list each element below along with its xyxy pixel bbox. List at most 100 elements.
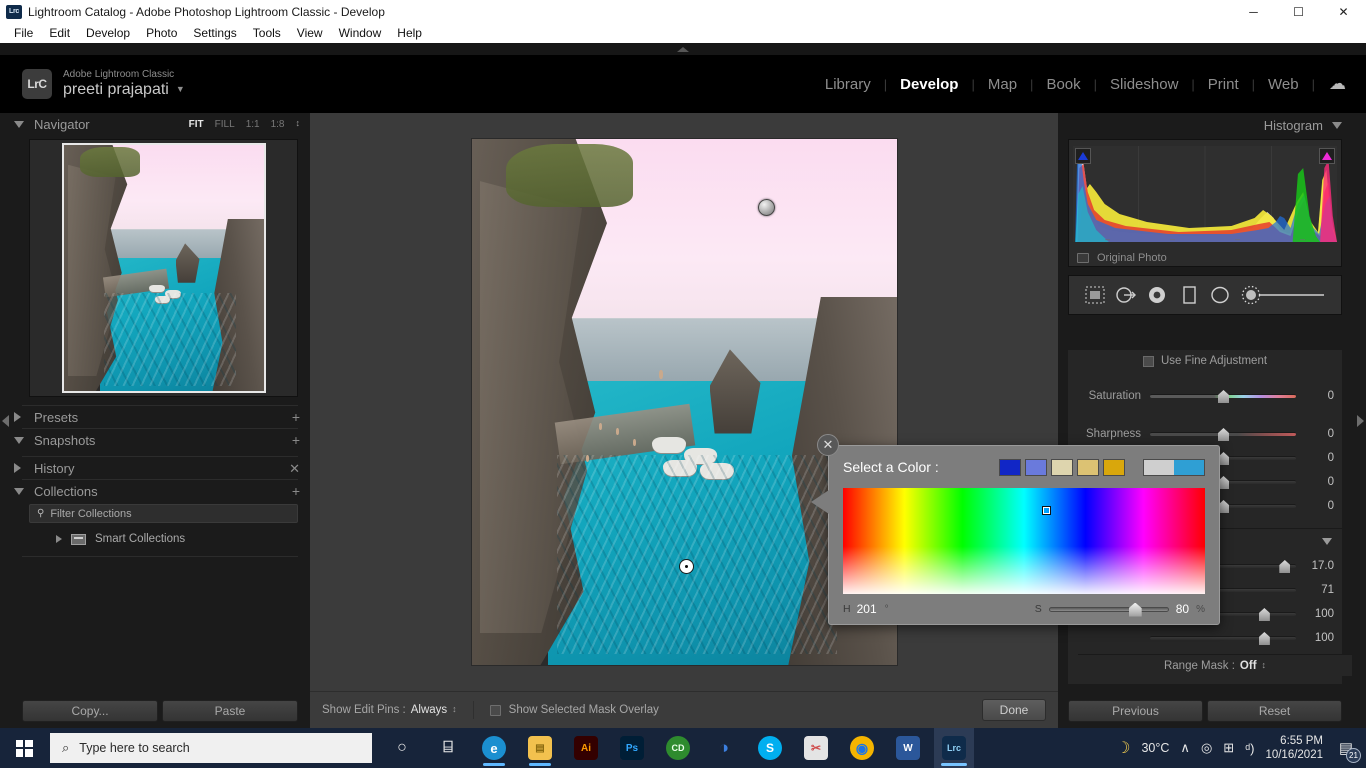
slider-value[interactable]: 0	[1296, 452, 1334, 464]
color-swatch-5[interactable]	[1103, 459, 1125, 476]
color-picker-popup[interactable]: ✕ Select a Color : H 201 ° S	[828, 445, 1220, 625]
volume-icon[interactable]: ᵈ)	[1245, 741, 1254, 756]
slider-sharpness[interactable]: Sharpness 0	[1068, 422, 1342, 446]
graduated-filter-tool-icon[interactable]	[1115, 285, 1137, 305]
color-swatch-2[interactable]	[1025, 459, 1047, 476]
top-panel-collapse-toggle[interactable]	[0, 43, 1366, 55]
saturation-value[interactable]: 80	[1176, 602, 1189, 616]
close-icon[interactable]: ✕	[817, 434, 839, 456]
range-mask-row[interactable]: Range Mask : Off ↕	[1078, 654, 1352, 676]
chevron-down-icon[interactable]	[14, 437, 24, 444]
chevron-down-icon[interactable]	[14, 488, 24, 495]
snipping-tool-icon[interactable]: ✂	[796, 728, 836, 768]
slider-track[interactable]	[1150, 394, 1296, 398]
google-chrome-icon[interactable]: ◉	[842, 728, 882, 768]
panel-collections[interactable]: Collections +	[0, 480, 310, 502]
highlight-clipping-indicator[interactable]	[1319, 148, 1335, 164]
module-book[interactable]: Book	[1033, 76, 1093, 93]
brush-density-slider[interactable]: 100	[1068, 626, 1342, 650]
clear-history-icon[interactable]: ✕	[289, 462, 300, 475]
minimize-button[interactable]: ─	[1231, 0, 1276, 23]
slider-saturation[interactable]: Saturation 0	[1068, 384, 1342, 408]
chevron-down-icon[interactable]	[14, 121, 24, 128]
radial-filter-tool-icon[interactable]	[1146, 285, 1168, 305]
slider-knob[interactable]	[1259, 608, 1270, 621]
range-mask-stepper[interactable]: ↕	[1262, 662, 1267, 670]
cortana-icon[interactable]: ○	[382, 728, 422, 768]
color-gradient-field[interactable]	[843, 488, 1205, 594]
slider-knob[interactable]	[1259, 632, 1270, 645]
menu-help[interactable]: Help	[389, 24, 430, 42]
brush-feather-value[interactable]: 71	[1296, 584, 1334, 596]
cd-app-icon[interactable]: CD	[658, 728, 698, 768]
chevron-down-icon[interactable]	[1332, 122, 1342, 129]
adobe-illustrator-icon[interactable]: Ai	[566, 728, 606, 768]
menu-settings[interactable]: Settings	[185, 24, 244, 42]
panel-presets[interactable]: Presets +	[0, 406, 310, 428]
menu-develop[interactable]: Develop	[78, 24, 138, 42]
chevron-down-icon[interactable]: ▼	[176, 84, 185, 94]
navigator-header[interactable]: Navigator FIT FILL 1:1 1:8 ↕	[0, 113, 310, 135]
color-cursor[interactable]	[1042, 506, 1051, 515]
adobe-photoshop-icon[interactable]: Ps	[612, 728, 652, 768]
show-edit-pins-value[interactable]: Always	[411, 704, 447, 716]
brush-size-value[interactable]: 17.0	[1296, 560, 1334, 572]
microsoft-edge-icon[interactable]: e	[474, 728, 514, 768]
zoom-1-1[interactable]: 1:1	[246, 119, 260, 130]
color-swatch-3[interactable]	[1051, 459, 1073, 476]
slider-value[interactable]: 0	[1296, 500, 1334, 512]
color-swatch-4[interactable]	[1077, 459, 1099, 476]
brush-flow-value[interactable]: 100	[1296, 608, 1334, 620]
notification-center-button[interactable]: ▤ 21	[1334, 736, 1358, 760]
module-slideshow[interactable]: Slideshow	[1097, 76, 1191, 93]
module-develop[interactable]: Develop	[887, 76, 971, 93]
navigator-preview[interactable]	[29, 139, 298, 397]
masking-tool-icon[interactable]	[1084, 285, 1106, 305]
network-icon[interactable]: ⊞	[1223, 740, 1234, 756]
identity-plate[interactable]: LrC Adobe Lightroom Classic preeti praja…	[22, 69, 185, 99]
chevron-right-icon[interactable]	[14, 463, 21, 473]
ellipse-tool-icon[interactable]	[1209, 285, 1231, 305]
collection-item-smart-collections[interactable]: Smart Collections	[29, 528, 298, 550]
taskbar-search-input[interactable]: ⌕ Type here to search	[50, 733, 372, 763]
menu-file[interactable]: File	[6, 24, 41, 42]
add-snapshot-icon[interactable]: +	[292, 433, 300, 447]
module-map[interactable]: Map	[975, 76, 1030, 93]
slider-track[interactable]	[1150, 636, 1296, 640]
done-button[interactable]: Done	[982, 699, 1046, 721]
range-mask-value[interactable]: Off	[1240, 660, 1257, 672]
zoom-fit[interactable]: FIT	[189, 119, 204, 130]
copy-button[interactable]: Copy...	[22, 700, 158, 722]
weather-moon-icon[interactable]: ☽	[1116, 738, 1130, 758]
start-button[interactable]	[0, 728, 48, 768]
previous-button[interactable]: Previous	[1068, 700, 1203, 722]
maximize-button[interactable]: ☐	[1276, 0, 1321, 23]
left-panel-collapse-toggle[interactable]	[0, 406, 11, 436]
slider-knob[interactable]	[1279, 560, 1290, 573]
slider-track[interactable]	[1150, 432, 1296, 436]
zoom-stepper[interactable]: ↕	[296, 120, 301, 128]
lightroom-classic-icon[interactable]: Lrc	[934, 728, 974, 768]
histogram-panel[interactable]: – – – – Original Photo	[1068, 139, 1342, 267]
chevron-right-icon[interactable]	[56, 535, 62, 543]
chevron-up-icon[interactable]: ∧	[1180, 740, 1190, 756]
brush-density-value[interactable]: 100	[1296, 632, 1334, 644]
reset-button[interactable]: Reset	[1207, 700, 1342, 722]
zoom-1-8[interactable]: 1:8	[271, 119, 285, 130]
file-explorer-icon[interactable]: ▤	[520, 728, 560, 768]
use-fine-adjustment-row[interactable]: Use Fine Adjustment	[1068, 350, 1342, 372]
show-mask-overlay-checkbox[interactable]	[490, 705, 501, 716]
edit-pin-selected[interactable]	[680, 560, 693, 573]
shadow-clipping-indicator[interactable]	[1075, 148, 1091, 164]
brush-tool-icon[interactable]	[1240, 285, 1326, 305]
menu-tools[interactable]: Tools	[245, 24, 289, 42]
clock[interactable]: 6:55 PM 10/16/2021	[1265, 734, 1323, 763]
module-web[interactable]: Web	[1255, 76, 1312, 93]
microsoft-word-icon[interactable]: W	[888, 728, 928, 768]
histogram-header[interactable]: Histogram	[1058, 113, 1366, 137]
meet-now-icon[interactable]: ◎	[1201, 740, 1212, 756]
show-edit-pins-stepper[interactable]: ↕	[452, 706, 457, 714]
add-collection-icon[interactable]: +	[292, 484, 300, 498]
hue-value[interactable]: 201	[857, 602, 877, 616]
cloud-sync-icon[interactable]: ☁	[1329, 74, 1346, 94]
